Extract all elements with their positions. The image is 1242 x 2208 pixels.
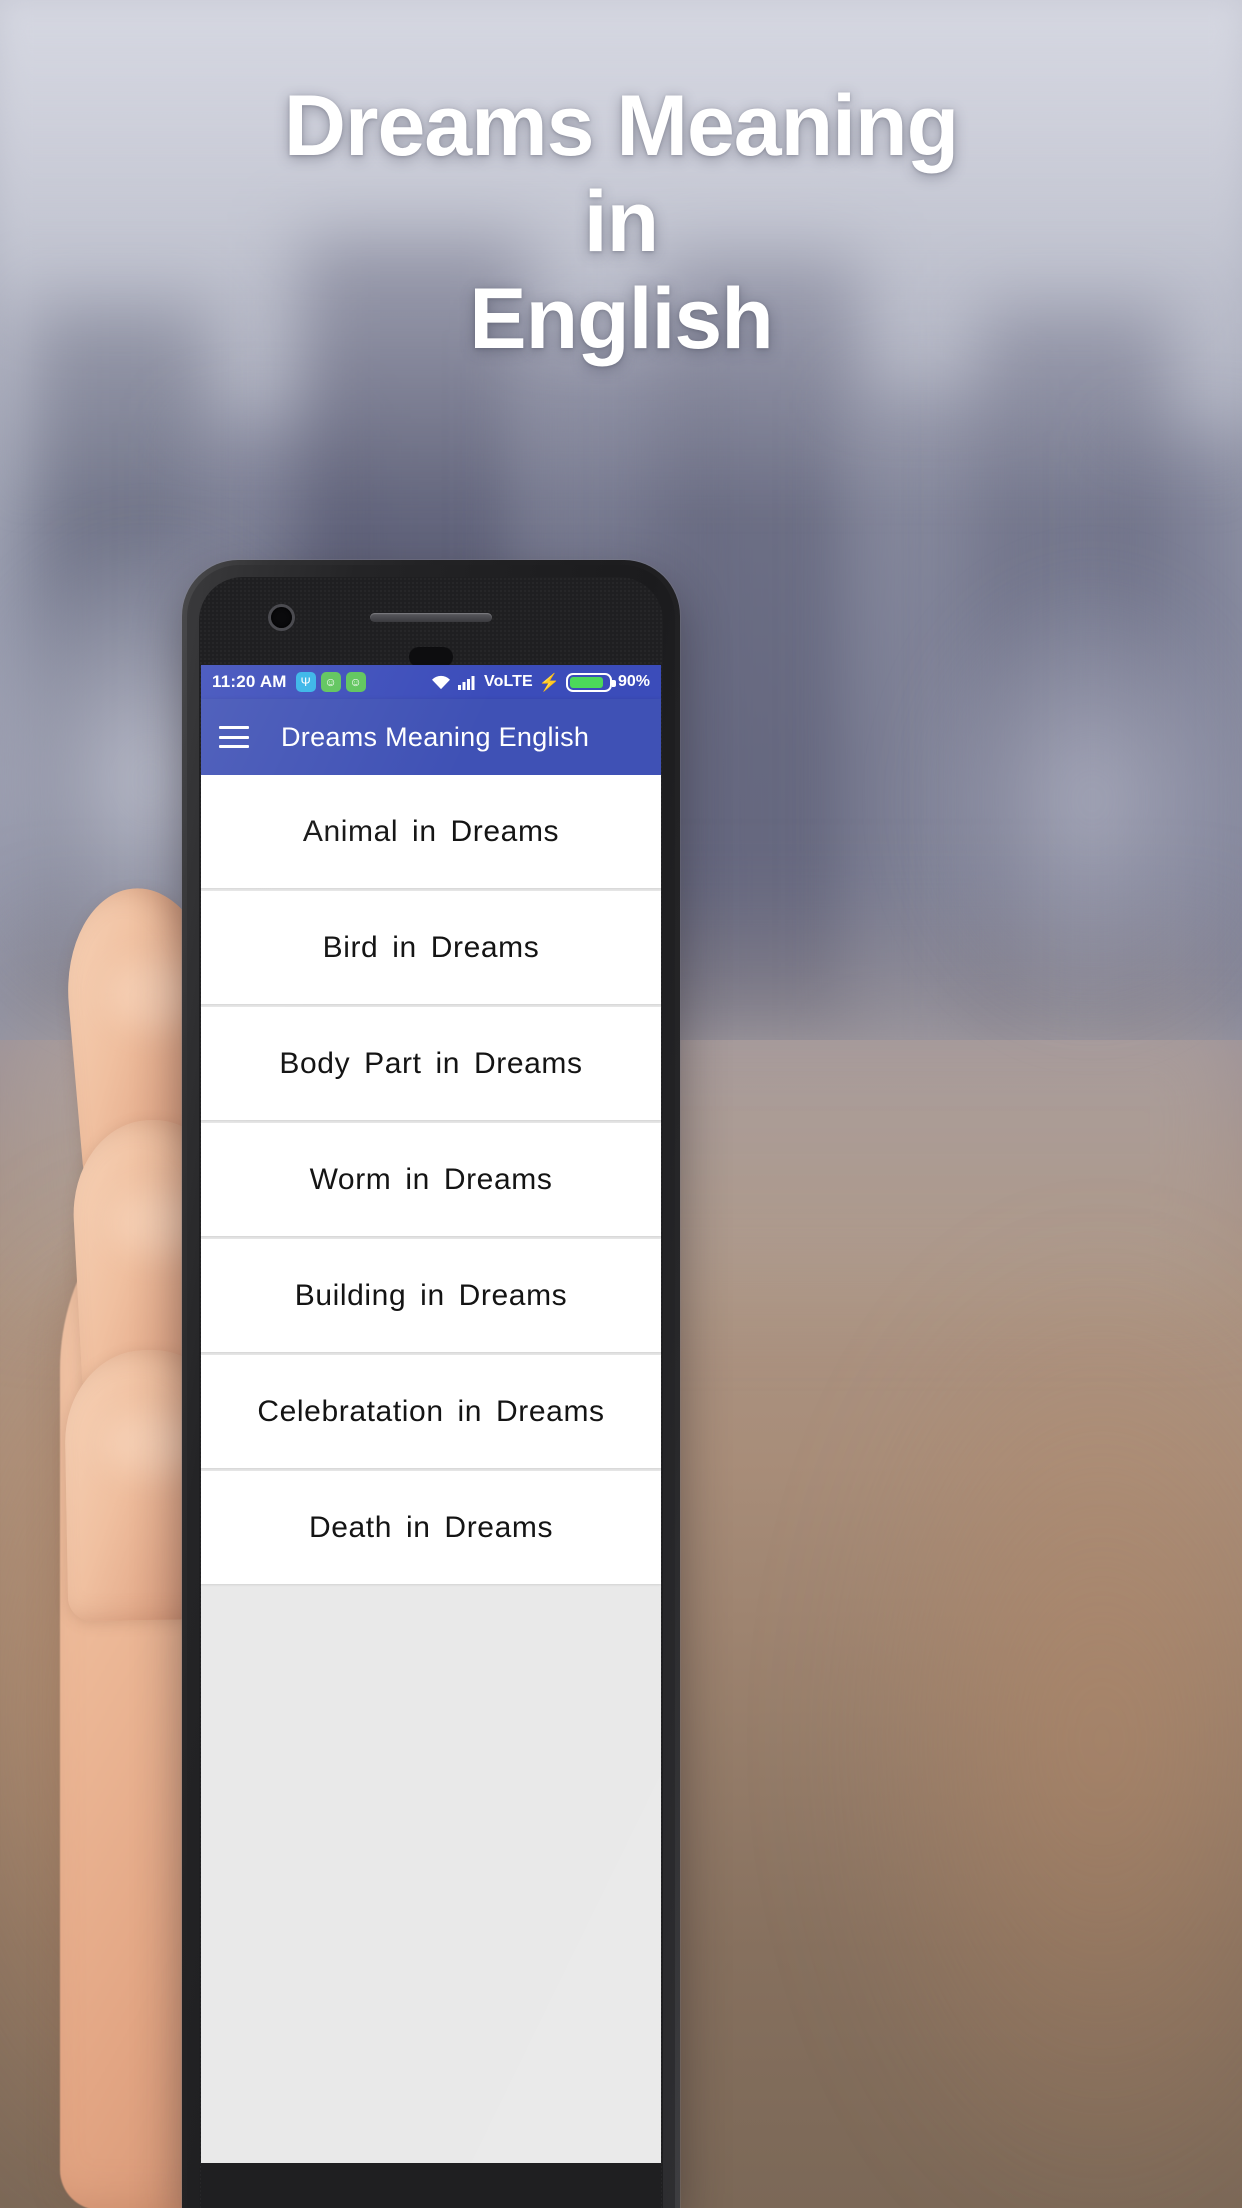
- hamburger-line: [219, 726, 249, 729]
- list-item[interactable]: Body Part in Dreams: [201, 1007, 661, 1120]
- list-item-label: Body Part in Dreams: [279, 1046, 583, 1080]
- phone-screen: 11:20 AM Ψ ☺ ☺ VoLTE ⚡ 90% Dreams Meanin…: [201, 665, 661, 2163]
- battery-fill: [569, 676, 603, 688]
- list-item[interactable]: Building in Dreams: [201, 1239, 661, 1352]
- android-robot-icon: ☺: [345, 672, 366, 692]
- background-glow-right: [902, 560, 1242, 1040]
- network-type-label: VoLTE: [484, 673, 533, 690]
- lightning-bolt-icon: ⚡: [538, 672, 560, 692]
- list-item[interactable]: Animal in Dreams: [201, 775, 661, 888]
- list-item-label: Animal in Dreams: [302, 814, 560, 848]
- status-bar-time: 11:20 AM: [212, 672, 287, 691]
- phone-bottom-bezel: [201, 2163, 661, 2208]
- list-item[interactable]: Bird in Dreams: [201, 891, 661, 1004]
- list-item[interactable]: Worm in Dreams: [201, 1123, 661, 1236]
- list-item-label: Celebratation in Dreams: [257, 1394, 605, 1428]
- front-camera-icon: [271, 607, 292, 628]
- android-robot-icon: ☺: [320, 672, 341, 692]
- smartphone-mockup: 11:20 AM Ψ ☺ ☺ VoLTE ⚡ 90% Dreams Meanin…: [182, 560, 680, 2208]
- list-item[interactable]: Celebratation in Dreams: [201, 1355, 661, 1468]
- battery-icon: [565, 672, 616, 692]
- app-bar: Dreams Meaning English: [201, 699, 661, 775]
- app-bar-title: Dreams Meaning English: [281, 721, 590, 752]
- promo-headline-line-1: Dreams Meaning: [283, 78, 959, 174]
- earpiece-speaker: [370, 613, 492, 622]
- usb-icon: Ψ: [295, 672, 316, 692]
- hamburger-line: [219, 735, 249, 739]
- battery-percent-label: 90%: [617, 673, 650, 690]
- hamburger-menu-icon[interactable]: [219, 726, 249, 748]
- list-item-label: Building in Dreams: [294, 1278, 568, 1312]
- dream-category-list: Animal in Dreams Bird in Dreams Body Par…: [201, 775, 661, 2163]
- proximity-sensor: [409, 647, 453, 667]
- list-item-label: Worm in Dreams: [309, 1162, 553, 1196]
- list-item-label: Bird in Dreams: [322, 930, 540, 964]
- hamburger-line: [219, 745, 249, 748]
- wifi-icon: [430, 674, 452, 691]
- list-item-label: Death in Dreams: [308, 1510, 554, 1544]
- promo-headline-line-2: in: [583, 174, 659, 271]
- status-bar: 11:20 AM Ψ ☺ ☺ VoLTE ⚡ 90%: [201, 665, 661, 699]
- promo-headline-line-3: English: [469, 270, 774, 367]
- status-bar-notifications: Ψ ☺ ☺: [295, 672, 366, 692]
- cellular-signal-icon: [458, 674, 478, 690]
- status-bar-indicators: VoLTE ⚡ 90%: [430, 672, 650, 692]
- background-warm-right: [822, 1240, 1242, 2208]
- list-item[interactable]: Death in Dreams: [201, 1471, 661, 1584]
- promo-headline: Dreams Meaning in English: [0, 78, 1242, 367]
